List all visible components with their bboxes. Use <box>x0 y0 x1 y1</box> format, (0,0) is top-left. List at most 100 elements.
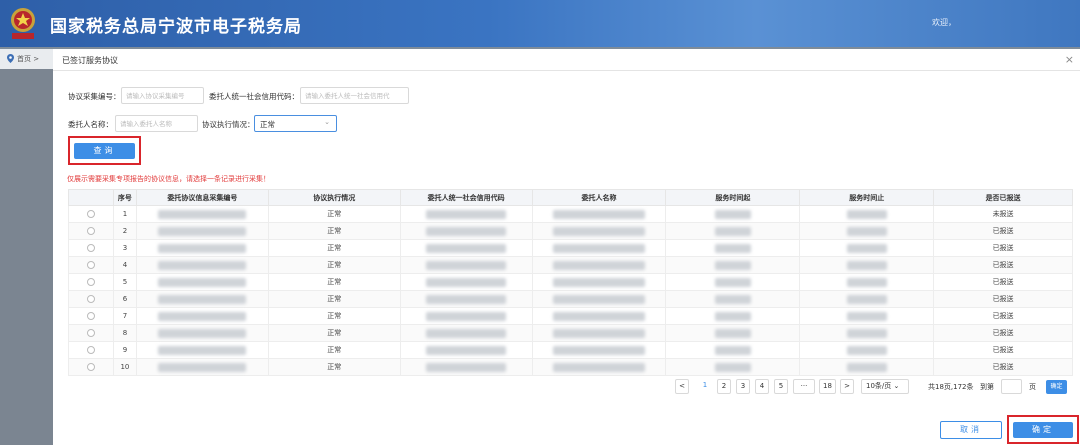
pager-page-2[interactable]: 2 <box>717 379 731 394</box>
credit-code-input[interactable] <box>300 87 409 104</box>
collect-no-input[interactable] <box>121 87 204 104</box>
redacted-credit-code <box>426 294 507 304</box>
redacted-collect-no <box>158 328 247 338</box>
row-radio[interactable] <box>86 278 95 286</box>
agreement-table: 序号 委托协议信息采集编号 协议执行情况 委托人统一社会信用代码 委托人名称 服… <box>68 189 1073 376</box>
close-icon[interactable]: × <box>1065 53 1074 66</box>
table-row[interactable]: 9 正常 已报送 <box>68 341 1073 359</box>
row-no: 5 <box>112 273 137 291</box>
redacted-collect-no <box>158 345 247 355</box>
row-no: 8 <box>112 324 137 342</box>
query-highlight: 查询 <box>68 136 141 165</box>
redacted-start-time <box>714 277 751 287</box>
confirm-highlight: 确定 <box>1007 415 1079 444</box>
table-row[interactable]: 7 正常 已报送 <box>68 307 1073 325</box>
table-row[interactable]: 6 正常 已报送 <box>68 290 1073 308</box>
row-radio[interactable] <box>86 261 95 269</box>
status-label: 协议执行情况： <box>202 120 255 129</box>
page-size-select[interactable]: 10条/页 ⌄ <box>861 379 909 394</box>
pager-page-18[interactable]: 18 <box>819 379 836 394</box>
cancel-button[interactable]: 取消 <box>940 421 1002 439</box>
redacted-collect-no <box>158 294 247 304</box>
row-radio[interactable] <box>86 244 95 252</box>
table-row[interactable]: 1 正常 未报送 <box>68 205 1073 223</box>
row-sent: 已报送 <box>933 341 1073 359</box>
goto-page-input[interactable] <box>1001 379 1022 394</box>
breadcrumb: 首页 > <box>0 49 60 69</box>
row-radio[interactable] <box>86 312 95 320</box>
client-name-label: 委托人名称： <box>68 120 113 129</box>
redacted-credit-code <box>426 345 507 355</box>
row-radio[interactable] <box>86 363 95 371</box>
page-overlay <box>0 69 53 445</box>
query-button[interactable]: 查询 <box>74 143 135 159</box>
table-row[interactable]: 8 正常 已报送 <box>68 324 1073 342</box>
pager-page-3[interactable]: 3 <box>736 379 750 394</box>
pager-page-1[interactable]: 1 <box>698 379 712 394</box>
redacted-credit-code <box>426 260 507 270</box>
redacted-credit-code <box>426 311 507 321</box>
site-header: 国家税务总局宁波市电子税务局 欢迎， <box>0 0 1080 47</box>
row-radio[interactable] <box>86 227 95 235</box>
redacted-credit-code <box>426 209 507 219</box>
chevron-down-icon: ⌄ <box>324 118 330 126</box>
row-status: 正常 <box>267 341 401 359</box>
row-sent: 已报送 <box>933 273 1073 291</box>
col-credit-code: 委托人统一社会信用代码 <box>399 189 533 206</box>
table-row[interactable]: 2 正常 已报送 <box>68 222 1073 240</box>
redacted-end-time <box>846 345 887 355</box>
table-row[interactable]: 5 正常 已报送 <box>68 273 1073 291</box>
row-radio[interactable] <box>86 329 95 337</box>
redacted-client-name <box>552 243 645 253</box>
col-end-time: 服务时间止 <box>799 189 935 206</box>
pager-next-button[interactable]: > <box>840 379 854 394</box>
row-radio[interactable] <box>86 346 95 354</box>
table-row[interactable]: 10 正常 已报送 <box>68 358 1073 376</box>
row-radio[interactable] <box>86 295 95 303</box>
confirm-button[interactable]: 确定 <box>1013 422 1073 438</box>
goto-confirm-button[interactable]: 确定 <box>1046 380 1067 394</box>
row-status: 正常 <box>267 273 401 291</box>
dialog-header: 已签订服务协议 × <box>53 49 1080 71</box>
row-status: 正常 <box>267 256 401 274</box>
redacted-start-time <box>714 362 751 372</box>
status-select[interactable]: 正常 ⌄ <box>254 115 337 132</box>
redacted-client-name <box>552 277 645 287</box>
redacted-end-time <box>846 260 887 270</box>
pager-prev-button[interactable]: < <box>675 379 689 394</box>
table-row[interactable]: 4 正常 已报送 <box>68 256 1073 274</box>
col-select <box>68 189 114 206</box>
row-sent: 已报送 <box>933 324 1073 342</box>
location-pin-icon <box>7 54 14 63</box>
redacted-credit-code <box>426 226 507 236</box>
redacted-start-time <box>714 260 751 270</box>
client-name-input[interactable] <box>115 115 198 132</box>
redacted-start-time <box>714 243 751 253</box>
pager-page-5[interactable]: 5 <box>774 379 788 394</box>
row-status: 正常 <box>267 205 401 223</box>
col-no: 序号 <box>112 189 137 206</box>
table-row[interactable]: 3 正常 已报送 <box>68 239 1073 257</box>
redacted-end-time <box>846 294 887 304</box>
row-radio[interactable] <box>86 210 95 218</box>
redacted-end-time <box>846 243 887 253</box>
row-no: 10 <box>112 358 137 376</box>
pager-ellipsis[interactable]: ··· <box>793 379 815 394</box>
redacted-collect-no <box>158 260 247 270</box>
redacted-collect-no <box>158 209 247 219</box>
row-sent: 已报送 <box>933 222 1073 240</box>
welcome-text: 欢迎， <box>932 18 956 27</box>
row-status: 正常 <box>267 307 401 325</box>
table-header-row: 序号 委托协议信息采集编号 协议执行情况 委托人统一社会信用代码 委托人名称 服… <box>68 189 1073 206</box>
pager-page-4[interactable]: 4 <box>755 379 769 394</box>
breadcrumb-home[interactable]: 首页 > <box>17 54 39 64</box>
redacted-collect-no <box>158 226 247 236</box>
redacted-credit-code <box>426 328 507 338</box>
row-status: 正常 <box>267 222 401 240</box>
row-status: 正常 <box>267 324 401 342</box>
redacted-end-time <box>846 311 887 321</box>
redacted-client-name <box>552 362 645 372</box>
redacted-credit-code <box>426 277 507 287</box>
redacted-end-time <box>846 226 887 236</box>
redacted-end-time <box>846 362 887 372</box>
